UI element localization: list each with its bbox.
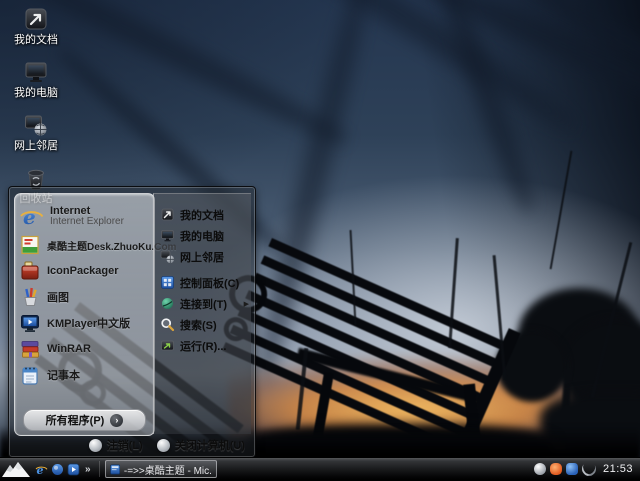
- start-menu-item-winrar[interactable]: WinRAR: [15, 336, 154, 362]
- tray-messenger-orange-icon[interactable]: [549, 463, 562, 475]
- start-menu: e Internet Internet Explorer 桌酷主题Desk.Zh…: [8, 186, 256, 458]
- start-menu-item-label: 网上邻居: [180, 251, 224, 264]
- iconpackager-icon: [19, 260, 41, 282]
- log-off-label: 注销(L): [106, 440, 143, 452]
- desktop-icon-label: 我的文档: [14, 34, 58, 46]
- desktop-icon-my-documents[interactable]: 我的文档: [4, 6, 68, 46]
- quick-launch-bar: e »: [32, 463, 96, 477]
- start-menu-pinned-panel: e Internet Internet Explorer 桌酷主题Desk.Zh…: [14, 193, 176, 436]
- tray-messenger-blue-icon[interactable]: [565, 463, 578, 475]
- start-menu-item-kmplayer[interactable]: KMPlayer中文版: [15, 310, 154, 336]
- control-panel-icon: [160, 275, 175, 290]
- taskbar-window-button[interactable]: -=>>桌酷主题 - Mic...: [104, 460, 217, 478]
- turn-off-icon: [156, 438, 170, 452]
- internet-explorer-icon: e: [19, 204, 44, 229]
- my-computer-small-icon: [160, 228, 175, 243]
- quick-launch-chevron-icon[interactable]: »: [83, 464, 93, 475]
- start-menu-item-label: 我的电脑: [180, 230, 224, 243]
- desktop-icon-network-places[interactable]: 网上邻居: [4, 112, 68, 152]
- ie-quicklaunch-icon[interactable]: e: [35, 463, 48, 477]
- notepad-icon: [19, 364, 41, 386]
- start-menu-item-my-documents[interactable]: 我的文档: [154, 204, 251, 225]
- media-player-icon[interactable]: [67, 463, 80, 476]
- winrar-icon: [19, 338, 41, 360]
- start-menu-item-sublabel: Internet Explorer: [50, 216, 124, 227]
- my-documents-small-icon: [160, 207, 175, 222]
- zhuoku-theme-icon: [19, 234, 41, 256]
- start-menu-item-paint[interactable]: 画图: [15, 284, 154, 310]
- start-menu-item-label: 运行(R)...: [180, 340, 227, 353]
- start-menu-item-iconpackager[interactable]: IconPackager: [15, 258, 154, 284]
- start-menu-item-my-computer[interactable]: 我的电脑: [154, 225, 251, 246]
- svg-text:e: e: [23, 205, 36, 229]
- start-menu-item-label: WinRAR: [47, 343, 91, 355]
- start-menu-item-label: 控制面板(C): [180, 277, 240, 290]
- network-places-small-icon: [160, 249, 175, 264]
- start-menu-footer: 注销(L) 关闭计算机(U): [88, 436, 245, 454]
- start-menu-item-label: 画图: [47, 292, 69, 304]
- turn-off-label: 关闭计算机(U): [174, 440, 245, 452]
- start-menu-item-search[interactable]: 搜索(S): [154, 314, 251, 335]
- start-menu-item-control-panel[interactable]: 控制面板(C): [154, 272, 251, 293]
- tray-moon-icon[interactable]: [533, 463, 546, 475]
- search-icon: [160, 317, 175, 332]
- start-menu-item-notepad[interactable]: 记事本: [15, 362, 154, 388]
- turn-off-computer-button[interactable]: 关闭计算机(U): [156, 437, 245, 453]
- taskbar-window-title: -=>>桌酷主题 - Mic...: [123, 465, 212, 477]
- browser-window-icon: [109, 463, 120, 475]
- submenu-arrow-icon: ▶: [243, 300, 249, 308]
- desktop-icon-label: 我的电脑: [14, 87, 58, 99]
- system-tray: 21:53: [533, 459, 640, 479]
- run-icon: [160, 338, 175, 353]
- network-places-icon: [23, 112, 49, 138]
- wallpaper-grass-spike: [549, 150, 573, 270]
- my-documents-icon: [23, 6, 49, 32]
- start-menu-item-label: KMPlayer中文版: [47, 318, 131, 330]
- start-button-mountain-icon: [2, 462, 30, 477]
- start-menu-item-connect-to[interactable]: 连接到(T) ▶: [154, 293, 251, 314]
- start-menu-item-label: 我的文档: [180, 209, 224, 222]
- paint-icon: [19, 286, 41, 308]
- start-menu-item-internet[interactable]: e Internet Internet Explorer: [15, 200, 154, 232]
- desktop-icon-my-computer[interactable]: 我的电脑: [4, 59, 68, 99]
- taskbar-clock[interactable]: 21:53: [603, 463, 633, 475]
- start-menu-places-panel: 我的文档 我的电脑 网上邻居 控制面板(C) 连接到(T) ▶ 搜索(S) 运行…: [153, 193, 251, 434]
- start-menu-item-zhuoku-theme[interactable]: 桌酷主题Desk.ZhuoKu.Com: [15, 232, 176, 258]
- start-menu-item-network-places[interactable]: 网上邻居: [154, 246, 251, 267]
- desktop-icon-label: 网上邻居: [14, 140, 58, 152]
- kmplayer-icon: [19, 312, 41, 334]
- all-programs-label: 所有程序(P): [45, 415, 105, 427]
- taskbar-separator: [98, 461, 100, 477]
- start-menu-item-label: 连接到(T): [180, 298, 228, 311]
- svg-text:e: e: [37, 464, 44, 476]
- tray-input-method-icon[interactable]: [579, 459, 599, 479]
- start-button[interactable]: [0, 458, 32, 480]
- taskbar: e » -=>>桌酷主题 - Mic... 21:53: [0, 457, 640, 480]
- show-desktop-icon[interactable]: [51, 463, 64, 476]
- start-menu-item-run[interactable]: 运行(R)...: [154, 335, 251, 356]
- log-off-icon: [88, 438, 102, 452]
- start-menu-item-label: 搜索(S): [180, 319, 217, 332]
- connect-to-icon: [160, 296, 175, 311]
- log-off-button[interactable]: 注销(L): [88, 437, 143, 453]
- my-computer-icon: [23, 59, 49, 85]
- start-menu-item-label: IconPackager: [47, 265, 119, 277]
- all-programs-arrow-icon: ›: [110, 413, 124, 427]
- start-menu-item-label: 记事本: [47, 370, 80, 382]
- all-programs-button[interactable]: 所有程序(P) ›: [23, 409, 146, 431]
